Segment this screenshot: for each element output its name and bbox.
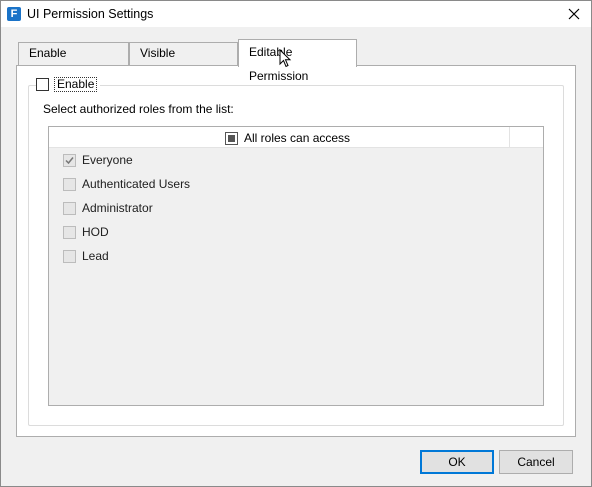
role-checkbox-lead[interactable] — [63, 249, 76, 263]
role-label: Lead — [82, 249, 109, 263]
enable-checkbox-container[interactable]: Enable — [36, 76, 101, 92]
tab-enable-permission[interactable]: Enable Permission — [18, 42, 129, 81]
role-label: Authenticated Users — [82, 177, 191, 191]
enable-checkbox-label: Enable — [54, 76, 98, 92]
ok-button[interactable]: OK — [420, 450, 494, 474]
role-item-administrator[interactable]: Administrator — [63, 200, 153, 216]
role-checkbox-administrator[interactable] — [63, 201, 76, 215]
checkmark-icon — [65, 156, 74, 164]
roles-list-header: All roles can access — [49, 127, 543, 148]
all-roles-label: All roles can access — [244, 131, 351, 145]
role-item-authenticated-users[interactable]: Authenticated Users — [63, 176, 190, 192]
window-title: UI Permission Settings — [27, 7, 154, 21]
role-checkbox-everyone[interactable] — [63, 153, 76, 167]
role-checkbox-authenticated-users[interactable] — [63, 177, 76, 191]
role-item-lead[interactable]: Lead — [63, 248, 109, 264]
close-icon — [568, 8, 580, 20]
role-label: Everyone — [82, 153, 133, 167]
role-label: HOD — [82, 225, 109, 239]
tab-visible-permission[interactable]: Visible Permission — [129, 42, 238, 81]
role-item-everyone[interactable]: Everyone — [63, 152, 133, 168]
mouse-pointer-icon — [279, 49, 292, 68]
close-button[interactable] — [557, 1, 591, 27]
enable-checkbox[interactable] — [36, 77, 49, 91]
title-bar: F UI Permission Settings — [1, 1, 591, 27]
app-logo-icon: F — [7, 7, 21, 21]
tab-editable-permission[interactable]: Editable Permission — [238, 39, 357, 83]
role-item-hod[interactable]: HOD — [63, 224, 109, 240]
role-label: Administrator — [82, 201, 153, 215]
role-checkbox-hod[interactable] — [63, 225, 76, 239]
roles-list[interactable]: All roles can access Everyone Authentica… — [48, 126, 544, 406]
all-roles-checkbox[interactable] — [225, 131, 238, 145]
cancel-button[interactable]: Cancel — [499, 450, 573, 474]
column-divider — [509, 127, 510, 147]
instruction-text: Select authorized roles from the list: — [43, 102, 234, 116]
